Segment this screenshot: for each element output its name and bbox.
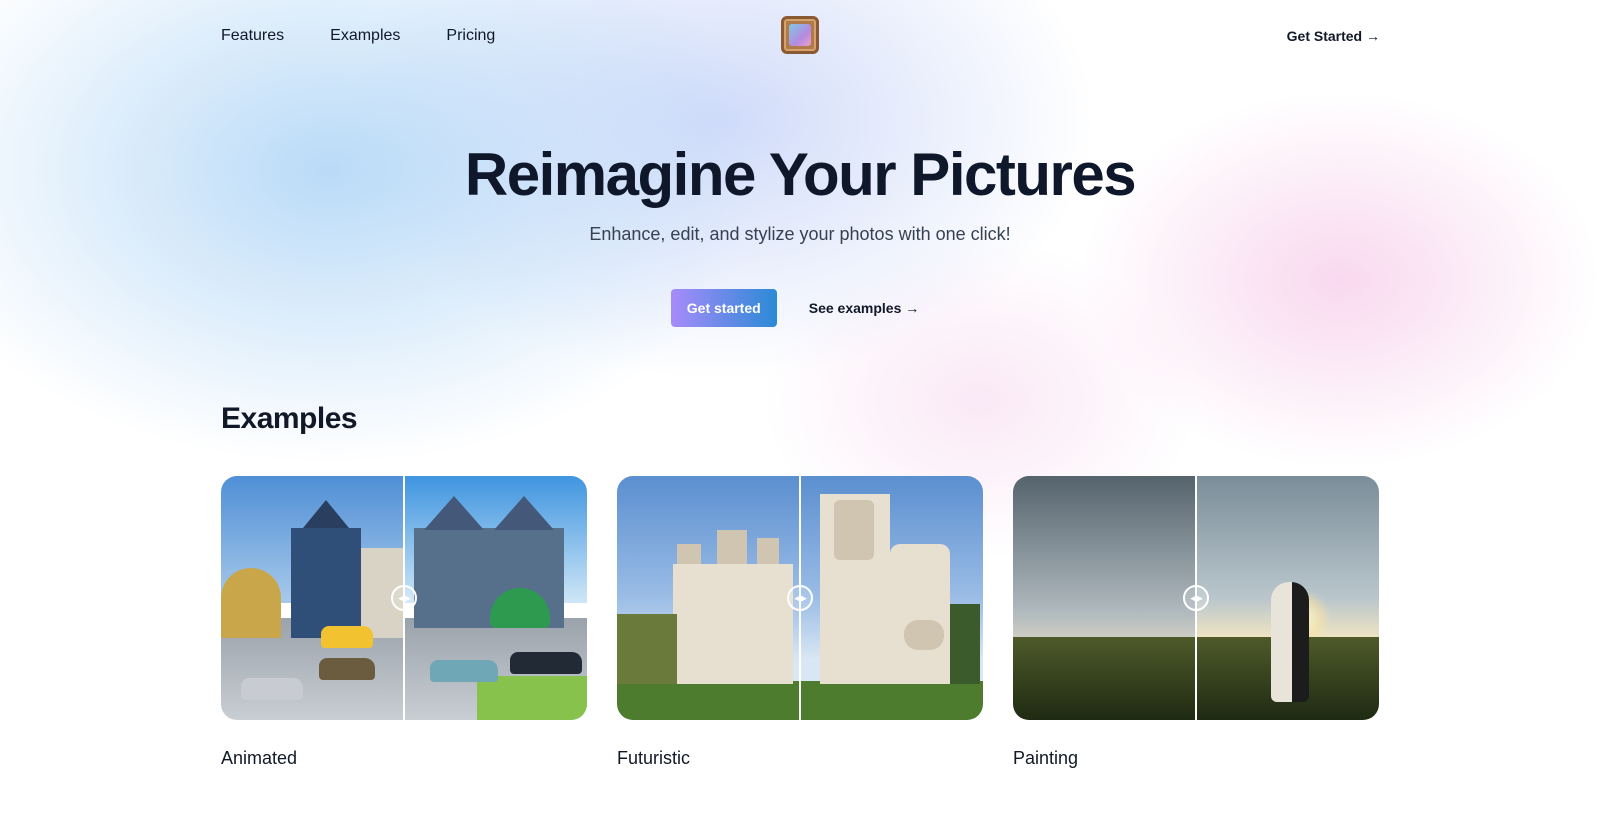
after-image (1196, 476, 1379, 720)
before-after-slider[interactable]: ◀▶ (221, 476, 587, 720)
hero-subtitle: Enhance, edit, and stylize your photos w… (589, 224, 1011, 244)
example-label: Futuristic (617, 748, 691, 768)
arrows-left-right-icon[interactable]: ◀▶ (787, 585, 813, 611)
nav-links: Features Examples Pricing (221, 27, 495, 45)
before-image (617, 476, 800, 720)
logo-frame-icon[interactable] (781, 16, 819, 54)
logo-canvas (789, 24, 811, 46)
get-started-button[interactable]: Get started (670, 289, 777, 327)
before-image (221, 476, 404, 720)
arrows-left-right-icon[interactable]: ◀▶ (391, 585, 417, 611)
hero-actions: Get started See examples → (0, 289, 1600, 327)
arrows-left-right-icon[interactable]: ◀▶ (1183, 585, 1209, 611)
example-label: Animated (221, 748, 298, 768)
example-label: Painting (1013, 748, 1079, 768)
after-image (404, 476, 587, 720)
example-card-painting: ◀▶ Painting (1013, 476, 1379, 769)
nav-link-features[interactable]: Features (221, 27, 284, 45)
before-after-slider[interactable]: ◀▶ (1013, 476, 1379, 720)
top-nav: Features Examples Pricing Get Started → (221, 16, 1380, 56)
nav-link-pricing[interactable]: Pricing (446, 27, 495, 45)
before-after-slider[interactable]: ◀▶ (617, 476, 983, 720)
after-image (800, 476, 983, 720)
example-card-animated: ◀▶ Animated (221, 476, 587, 769)
nav-link-examples[interactable]: Examples (330, 27, 400, 45)
example-card-futuristic: ◀▶ Futuristic (617, 476, 983, 769)
examples-grid: ◀▶ Animated ◀▶ Futuristic ◀▶ Painting (221, 476, 1380, 769)
nav-get-started-link[interactable]: Get Started → (1287, 28, 1380, 44)
hero-title: Reimagine Your Pictures (464, 141, 1137, 208)
see-examples-link[interactable]: See examples → (799, 300, 930, 316)
examples-heading: Examples (221, 402, 358, 435)
before-image (1013, 476, 1196, 720)
